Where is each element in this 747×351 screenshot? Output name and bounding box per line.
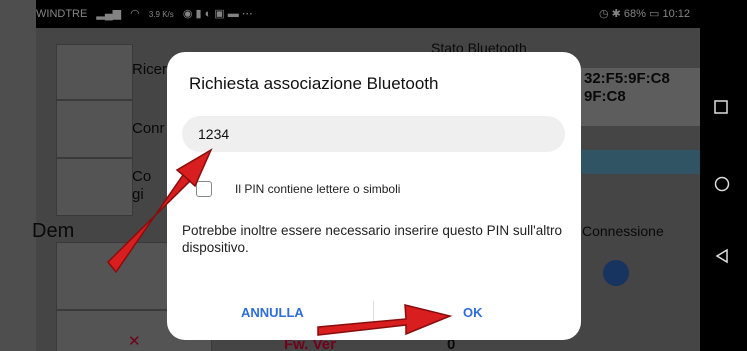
home-icon[interactable] — [714, 176, 732, 194]
arrow-to-ok-button — [317, 304, 453, 336]
recent-apps-icon[interactable] — [714, 100, 732, 118]
android-nav-bar — [700, 0, 747, 351]
annotation-arrows — [106, 148, 453, 336]
arrow-to-pin-field — [106, 148, 213, 274]
phone-screen: WINDTRE ▂▄▆ ◠ 3.9 K/s ◉ ▮ ◐ ▣ ▬ ⋯ ◷ ✱ 68… — [0, 0, 700, 351]
back-icon[interactable] — [714, 248, 732, 266]
